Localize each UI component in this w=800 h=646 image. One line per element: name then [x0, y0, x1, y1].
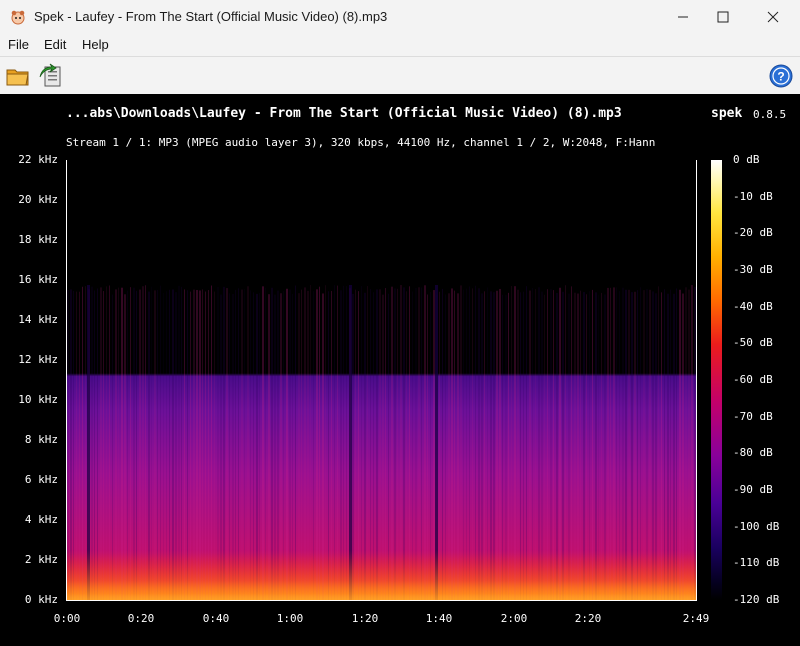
db-label: -100 dB — [733, 520, 780, 533]
maximize-icon — [717, 11, 729, 23]
db-label: -30 dB — [733, 263, 773, 276]
stream-info: Stream 1 / 1: MP3 (MPEG audio layer 3), … — [66, 136, 656, 149]
db-label: -10 dB — [733, 190, 773, 203]
spectrogram-view[interactable]: ...abs\Downloads\Laufey - From The Start… — [0, 94, 800, 646]
time-label: 2:20 — [574, 612, 602, 625]
right-frame-line — [696, 160, 697, 601]
freq-label: 12 kHz — [18, 353, 58, 366]
menu-help[interactable]: Help — [82, 37, 109, 52]
db-color-scale — [711, 160, 722, 600]
spectrogram-image — [67, 160, 696, 600]
db-label: -110 dB — [733, 556, 780, 569]
freq-label: 2 kHz — [24, 553, 58, 566]
freq-label: 18 kHz — [18, 233, 58, 246]
freq-label: 10 kHz — [18, 393, 58, 406]
freq-label: 8 kHz — [24, 433, 58, 446]
freq-label: 4 kHz — [24, 513, 58, 526]
menu-file[interactable]: File — [8, 37, 29, 52]
close-icon — [767, 11, 779, 23]
file-path-title: ...abs\Downloads\Laufey - From The Start… — [66, 106, 622, 121]
time-label: 1:00 — [276, 612, 304, 625]
time-label: 1:20 — [351, 612, 379, 625]
db-label: -40 dB — [733, 300, 773, 313]
time-label: 1:40 — [425, 612, 453, 625]
menu-edit[interactable]: Edit — [44, 37, 66, 52]
time-label: 0:20 — [127, 612, 155, 625]
y-axis-line — [66, 160, 67, 601]
freq-label: 0 kHz — [24, 593, 58, 606]
freq-label: 20 kHz — [18, 193, 58, 206]
freq-label: 22 kHz — [18, 153, 58, 166]
freq-label: 16 kHz — [18, 273, 58, 286]
app-name: spek — [711, 106, 743, 121]
db-label: -20 dB — [733, 226, 773, 239]
freq-label: 6 kHz — [24, 473, 58, 486]
time-label: 0:00 — [53, 612, 81, 625]
db-label: -90 dB — [733, 483, 773, 496]
db-label: -70 dB — [733, 410, 773, 423]
window-title: Spek - Laufey - From The Start (Official… — [34, 9, 388, 24]
save-export-icon[interactable] — [38, 63, 64, 89]
db-label: -60 dB — [733, 373, 773, 386]
maximize-button[interactable] — [700, 0, 746, 34]
close-button[interactable] — [750, 0, 796, 34]
minimize-icon — [678, 16, 688, 18]
toolbar: ? — [0, 56, 800, 95]
db-label: -120 dB — [733, 593, 780, 606]
db-label: -80 dB — [733, 446, 773, 459]
folder-open-icon[interactable] — [5, 63, 31, 89]
db-label: -50 dB — [733, 336, 773, 349]
menu-bar: File Edit Help — [0, 34, 800, 56]
app-version: 0.8.5 — [753, 108, 787, 121]
time-label: 2:49 — [682, 612, 710, 625]
time-label: 2:00 — [500, 612, 528, 625]
svg-text:?: ? — [777, 70, 784, 84]
time-label: 0:40 — [202, 612, 230, 625]
freq-label: 14 kHz — [18, 313, 58, 326]
db-label: 0 dB — [733, 153, 760, 166]
title-bar: Spek - Laufey - From The Start (Official… — [0, 0, 800, 34]
x-axis-line — [66, 600, 697, 601]
help-icon[interactable]: ? — [768, 63, 794, 89]
spek-app-icon — [11, 10, 25, 25]
